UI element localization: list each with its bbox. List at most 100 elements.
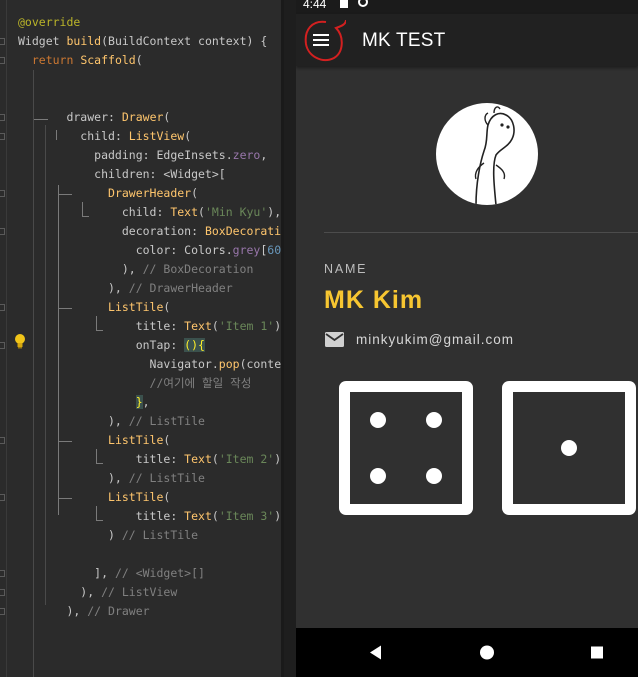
tree-connector	[96, 463, 103, 464]
code-token: // <Widget>[]	[114, 566, 205, 580]
code-token: decoration:	[18, 224, 205, 238]
code-token: color: Colors.	[18, 243, 233, 257]
code-token: (	[184, 129, 192, 143]
code-token: ),	[18, 471, 129, 485]
tree-connector	[96, 520, 103, 521]
code-token: 'Item 2'	[218, 452, 275, 466]
code-token: // Drawer	[87, 604, 150, 618]
code-token: Scaffold	[80, 53, 136, 67]
code-line[interactable]: ), // ListView	[18, 583, 177, 602]
code-token: BoxDecoration	[204, 224, 282, 238]
sim-card-icon	[340, 0, 348, 8]
tree-connector	[96, 506, 97, 520]
code-token: :	[108, 110, 122, 124]
code-token: ListTile	[108, 490, 164, 504]
code-line[interactable]: ListTile(	[18, 431, 170, 450]
email-text: minkyukim@gmail.com	[356, 332, 514, 347]
tree-connector	[96, 449, 97, 463]
code-token: @override	[18, 15, 81, 29]
code-token: ,	[142, 395, 150, 409]
code-token: (	[163, 433, 171, 447]
fold-marker-icon[interactable]	[0, 304, 5, 311]
dice-pip	[426, 412, 442, 428]
code-line[interactable]: ), // Drawer	[18, 602, 150, 621]
code-line[interactable]: drawer: Drawer(	[18, 108, 170, 127]
home-icon[interactable]	[457, 628, 517, 677]
dice-face[interactable]	[339, 381, 473, 515]
code-token: Drawer	[121, 110, 164, 124]
dice-face[interactable]	[502, 381, 636, 515]
code-token: // DrawerHeader	[128, 281, 233, 295]
code-line[interactable]: ), // BoxDecoration	[18, 260, 254, 279]
code-line[interactable]: onTap: (){	[18, 336, 205, 355]
code-token: ),	[18, 262, 143, 276]
code-line[interactable]: Widget build(BuildContext context) {	[18, 32, 267, 51]
code-line[interactable]: padding: EdgeInsets.zero,	[18, 146, 267, 165]
fold-marker-icon[interactable]	[0, 114, 5, 121]
tree-connector	[56, 130, 57, 140]
fold-marker-icon[interactable]	[0, 342, 5, 349]
code-token: ),	[18, 585, 102, 599]
dice-pip	[561, 440, 577, 456]
code-token: ),	[267, 205, 282, 219]
code-token: (	[211, 452, 219, 466]
recents-icon[interactable]	[567, 628, 627, 677]
code-token: Text	[184, 509, 212, 523]
code-token: Text	[184, 452, 212, 466]
lightbulb-icon[interactable]	[14, 333, 26, 349]
name-value: MK Kim	[324, 286, 424, 314]
fold-marker-icon[interactable]	[0, 608, 5, 615]
fold-marker-icon[interactable]	[0, 494, 5, 501]
code-token: 'Item 1'	[218, 319, 275, 333]
dice-face-inner	[513, 392, 625, 504]
code-token: ),	[18, 414, 129, 428]
code-token: ListTile	[108, 300, 164, 314]
code-token: child:	[18, 205, 171, 219]
fold-marker-icon[interactable]	[0, 190, 5, 197]
tree-connector	[34, 119, 48, 120]
code-token: return	[31, 53, 81, 67]
fold-marker-icon[interactable]	[0, 228, 5, 235]
code-token: // BoxDecoration	[142, 262, 254, 276]
back-icon[interactable]	[346, 628, 406, 677]
code-token: // ListTile	[128, 414, 205, 428]
code-line[interactable]: },	[18, 393, 150, 412]
code-line[interactable]: child: ListView(	[18, 127, 191, 146]
code-token: }	[135, 395, 143, 409]
red-circle-annotation	[304, 19, 346, 62]
code-editor[interactable]: @override Widget build(BuildContext conte…	[0, 0, 282, 677]
tree-connector	[82, 202, 83, 216]
fold-marker-icon[interactable]	[0, 133, 5, 140]
code-line[interactable]: //여기에 할일 작성	[18, 374, 252, 393]
code-token: Navigator.	[18, 357, 219, 371]
tree-connector	[96, 316, 97, 330]
drawer-divider	[324, 232, 638, 233]
moomin-avatar	[436, 103, 538, 205]
code-line[interactable]: @override	[18, 13, 80, 32]
fold-marker-icon[interactable]	[0, 57, 5, 64]
hamburger-menu-icon[interactable]	[304, 19, 346, 62]
code-token: // ListView	[101, 585, 178, 599]
fold-marker-icon[interactable]	[0, 437, 5, 444]
phone-screen: 4:44 MK TEST NAME MK Kim minkyukim@gmail…	[296, 0, 638, 677]
status-time: 4:44	[303, 0, 327, 11]
code-token: //여기에 할일 작성	[18, 376, 252, 390]
code-token: 'Min Kyu'	[204, 205, 268, 219]
code-line[interactable]: ), // ListTile	[18, 412, 205, 431]
fold-marker-icon[interactable]	[0, 589, 5, 596]
code-line[interactable]: ListTile(	[18, 298, 170, 317]
code-token: (	[211, 509, 219, 523]
code-line[interactable]: ), // ListTile	[18, 469, 205, 488]
code-token: children: <Widget>[	[18, 167, 226, 181]
code-line[interactable]: ], // <Widget>[]	[18, 564, 205, 583]
code-line[interactable]: children: <Widget>[	[18, 165, 226, 184]
fold-marker-icon[interactable]	[0, 570, 5, 577]
fold-marker-icon[interactable]	[0, 38, 5, 45]
code-line[interactable]: return Scaffold(	[18, 51, 143, 70]
code-line[interactable]: ), // DrawerHeader	[18, 279, 233, 298]
code-line[interactable]: ListTile(	[18, 488, 170, 507]
